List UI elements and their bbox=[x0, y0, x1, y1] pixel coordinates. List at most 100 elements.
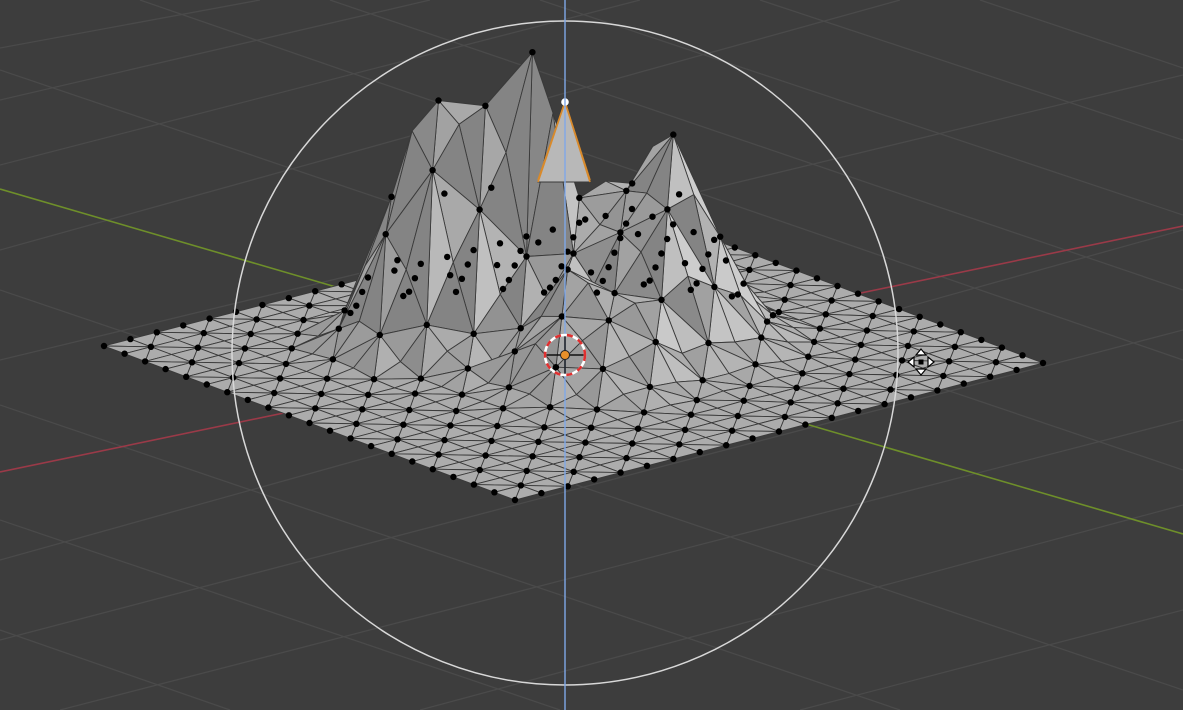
mesh-vertex[interactable] bbox=[245, 397, 251, 403]
mesh-vertex[interactable] bbox=[594, 406, 600, 412]
mesh-vertex[interactable] bbox=[465, 261, 471, 267]
3d-viewport[interactable] bbox=[0, 0, 1183, 710]
mesh-vertex[interactable] bbox=[400, 422, 406, 428]
mesh-vertex[interactable] bbox=[447, 422, 453, 428]
mesh-vertex[interactable] bbox=[341, 307, 347, 313]
mesh-vertex[interactable] bbox=[814, 275, 820, 281]
mesh-vertex[interactable] bbox=[271, 390, 277, 396]
mesh-vertex[interactable] bbox=[289, 345, 295, 351]
mesh-vertex[interactable] bbox=[852, 356, 858, 362]
mesh-vertex[interactable] bbox=[746, 267, 752, 273]
mesh-vertex[interactable] bbox=[553, 277, 559, 283]
mesh-vertex[interactable] bbox=[306, 420, 312, 426]
mesh-vertex[interactable] bbox=[535, 439, 541, 445]
mesh-vertex[interactable] bbox=[993, 359, 999, 365]
mesh-vertex[interactable] bbox=[958, 329, 964, 335]
mesh-vertex[interactable] bbox=[823, 311, 829, 317]
mesh-vertex[interactable] bbox=[764, 318, 770, 324]
mesh-vertex[interactable] bbox=[788, 399, 794, 405]
mesh-vertex[interactable] bbox=[391, 267, 397, 273]
mesh-vertex[interactable] bbox=[999, 344, 1005, 350]
mesh-vertex[interactable] bbox=[576, 220, 582, 226]
mesh-vertex[interactable] bbox=[606, 317, 612, 323]
mesh-vertex[interactable] bbox=[649, 214, 655, 220]
mesh-vertex[interactable] bbox=[835, 400, 841, 406]
mesh-vertex[interactable] bbox=[588, 425, 594, 431]
mesh-vertex[interactable] bbox=[570, 250, 576, 256]
mesh-vertex[interactable] bbox=[740, 280, 746, 286]
mesh-vertex[interactable] bbox=[312, 288, 318, 294]
mesh-vertex[interactable] bbox=[523, 253, 529, 259]
mesh-vertex[interactable] bbox=[899, 357, 905, 363]
mesh-vertex[interactable] bbox=[978, 337, 984, 343]
mesh-vertex[interactable] bbox=[617, 469, 623, 475]
mesh-vertex[interactable] bbox=[327, 428, 333, 434]
mesh-vertex[interactable] bbox=[224, 389, 230, 395]
mesh-vertex[interactable] bbox=[1013, 367, 1019, 373]
mesh-vertex[interactable] bbox=[617, 235, 623, 241]
mesh-vertex[interactable] bbox=[600, 366, 606, 372]
mesh-vertex[interactable] bbox=[793, 385, 799, 391]
mesh-vertex[interactable] bbox=[594, 289, 600, 295]
mesh-vertex[interactable] bbox=[729, 293, 735, 299]
mesh-vertex[interactable] bbox=[470, 247, 476, 253]
mesh-vertex[interactable] bbox=[541, 424, 547, 430]
mesh-vertex[interactable] bbox=[735, 291, 741, 297]
mesh-vertex[interactable] bbox=[359, 289, 365, 295]
mesh-vertex[interactable] bbox=[286, 412, 292, 418]
mesh-vertex[interactable] bbox=[488, 438, 494, 444]
mesh-vertex[interactable] bbox=[506, 277, 512, 283]
mesh-vertex[interactable] bbox=[711, 284, 717, 290]
mesh-vertex[interactable] bbox=[142, 358, 148, 364]
mesh-vertex[interactable] bbox=[441, 190, 447, 196]
mesh-vertex[interactable] bbox=[162, 366, 168, 372]
mesh-vertex[interactable] bbox=[875, 298, 881, 304]
mesh-vertex[interactable] bbox=[711, 237, 717, 243]
mesh-vertex[interactable] bbox=[338, 281, 344, 287]
mesh-vertex[interactable] bbox=[1040, 360, 1046, 366]
mesh-vertex[interactable] bbox=[793, 267, 799, 273]
mesh-vertex[interactable] bbox=[746, 383, 752, 389]
mesh-vertex[interactable] bbox=[517, 248, 523, 254]
mesh-vertex[interactable] bbox=[749, 435, 755, 441]
mesh-vertex[interactable] bbox=[770, 312, 776, 318]
mesh-vertex[interactable] bbox=[676, 441, 682, 447]
mesh-vertex[interactable] bbox=[365, 392, 371, 398]
mesh-vertex[interactable] bbox=[893, 372, 899, 378]
mesh-vertex[interactable] bbox=[371, 376, 377, 382]
mesh-vertex[interactable] bbox=[591, 476, 597, 482]
mesh-vertex[interactable] bbox=[148, 344, 154, 350]
mesh-vertex[interactable] bbox=[811, 339, 817, 345]
mesh-vertex[interactable] bbox=[758, 334, 764, 340]
mesh-vertex[interactable] bbox=[864, 327, 870, 333]
mesh-vertex[interactable] bbox=[259, 302, 265, 308]
mesh-vertex[interactable] bbox=[406, 289, 412, 295]
mesh-vertex[interactable] bbox=[694, 397, 700, 403]
mesh-vertex[interactable] bbox=[588, 269, 594, 275]
mesh-vertex[interactable] bbox=[664, 206, 670, 212]
mesh-vertex[interactable] bbox=[394, 436, 400, 442]
mesh-vertex[interactable] bbox=[242, 345, 248, 351]
mesh-vertex[interactable] bbox=[389, 451, 395, 457]
mesh-vertex[interactable] bbox=[570, 234, 576, 240]
mesh-vertex[interactable] bbox=[582, 439, 588, 445]
mesh-vertex[interactable] bbox=[952, 344, 958, 350]
mesh-vertex[interactable] bbox=[908, 394, 914, 400]
mesh-vertex[interactable] bbox=[491, 489, 497, 495]
mesh-vertex[interactable] bbox=[799, 370, 805, 376]
mesh-vertex[interactable] bbox=[189, 359, 195, 365]
mesh-vertex[interactable] bbox=[524, 468, 530, 474]
mesh-vertex[interactable] bbox=[488, 185, 494, 191]
mesh-vertex[interactable] bbox=[418, 375, 424, 381]
mesh-vertex[interactable] bbox=[688, 412, 694, 418]
mesh-vertex[interactable] bbox=[400, 293, 406, 299]
mesh-vertex[interactable] bbox=[611, 250, 617, 256]
mesh-vertex[interactable] bbox=[154, 329, 160, 335]
mesh-vertex[interactable] bbox=[776, 309, 782, 315]
mesh-vertex[interactable] bbox=[353, 303, 359, 309]
mesh-vertex[interactable] bbox=[453, 408, 459, 414]
mesh-vertex[interactable] bbox=[576, 195, 582, 201]
mesh-vertex[interactable] bbox=[253, 316, 259, 322]
mesh-vertex[interactable] bbox=[294, 331, 300, 337]
mesh-vertex[interactable] bbox=[312, 405, 318, 411]
